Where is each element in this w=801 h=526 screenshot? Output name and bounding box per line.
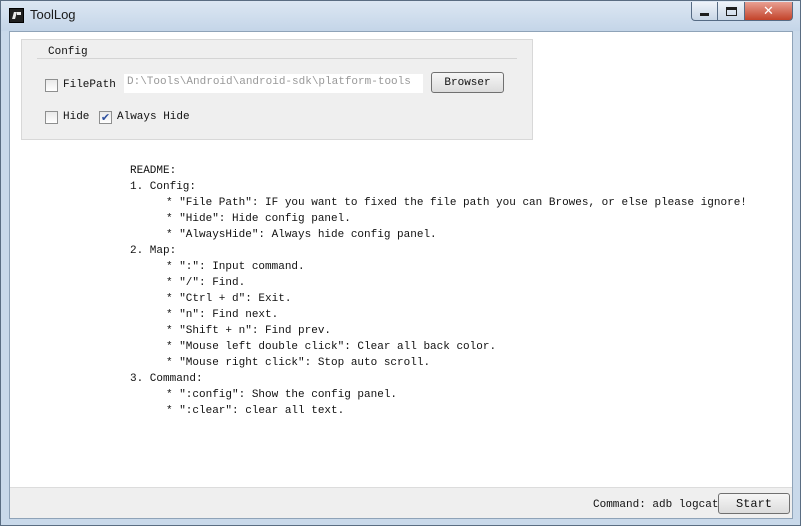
maximize-button[interactable] [718, 2, 745, 21]
minimize-icon [700, 12, 709, 16]
readme-line: 1. Config: [130, 181, 197, 193]
readme-line: * "Ctrl + d": Exit. [166, 293, 292, 305]
readme-line: * "AlwaysHide": Always hide config panel… [166, 229, 437, 241]
window-title: ToolLog [30, 7, 76, 22]
always-hide-label: Always Hide [117, 111, 190, 123]
readme-line: * "/": Find. [166, 277, 246, 289]
close-button[interactable]: ✕ [745, 2, 793, 21]
client-area: Config FilePath D:\Tools\Android\android… [9, 31, 793, 519]
filepath-checkbox[interactable] [45, 79, 58, 92]
start-button[interactable]: Start [718, 493, 790, 514]
config-panel: Config FilePath D:\Tools\Android\android… [21, 39, 533, 140]
readme-line: * "Hide": Hide config panel. [166, 213, 351, 225]
hide-label: Hide [63, 111, 90, 123]
command-text: Command: adb logcat [593, 499, 719, 511]
maximize-icon [725, 6, 737, 16]
close-icon: ✕ [763, 3, 774, 19]
app-window: ToolLog ✕ Config FilePath D:\Tools\Andro… [0, 0, 801, 526]
readme-line: README: [130, 165, 177, 177]
config-group-border [37, 58, 517, 59]
readme-line: * ":clear": clear all text. [166, 405, 345, 417]
hide-checkbox[interactable] [45, 111, 58, 124]
minimize-button[interactable] [691, 2, 718, 21]
checkmark-icon: ✔ [100, 111, 111, 124]
readme-text[interactable]: README: 1. Config: * "File Path": IF you w… [130, 163, 747, 419]
readme-line: * "Mouse right click": Stop auto scroll. [166, 357, 431, 369]
readme-line: * ":": Input command. [166, 261, 305, 273]
readme-line: 2. Map: [130, 245, 177, 257]
filepath-input[interactable]: D:\Tools\Android\android-sdk\platform-to… [124, 74, 423, 93]
readme-line: * "n": Find next. [166, 309, 279, 321]
app-icon [9, 8, 24, 23]
title-bar[interactable]: ToolLog ✕ [1, 1, 800, 31]
readme-line: 3. Command: [130, 373, 203, 385]
readme-line: * "Mouse left double click": Clear all b… [166, 341, 497, 353]
status-bar: Command: adb logcat Start [10, 487, 792, 518]
config-legend: Config [46, 46, 90, 58]
readme-line: * ":config": Show the config panel. [166, 389, 398, 401]
browser-button[interactable]: Browser [431, 72, 504, 93]
readme-line: * "Shift + n": Find prev. [166, 325, 332, 337]
always-hide-checkbox[interactable]: ✔ [99, 111, 112, 124]
filepath-label: FilePath [63, 79, 116, 91]
readme-line: * "File Path": IF you want to fixed the … [166, 197, 747, 209]
